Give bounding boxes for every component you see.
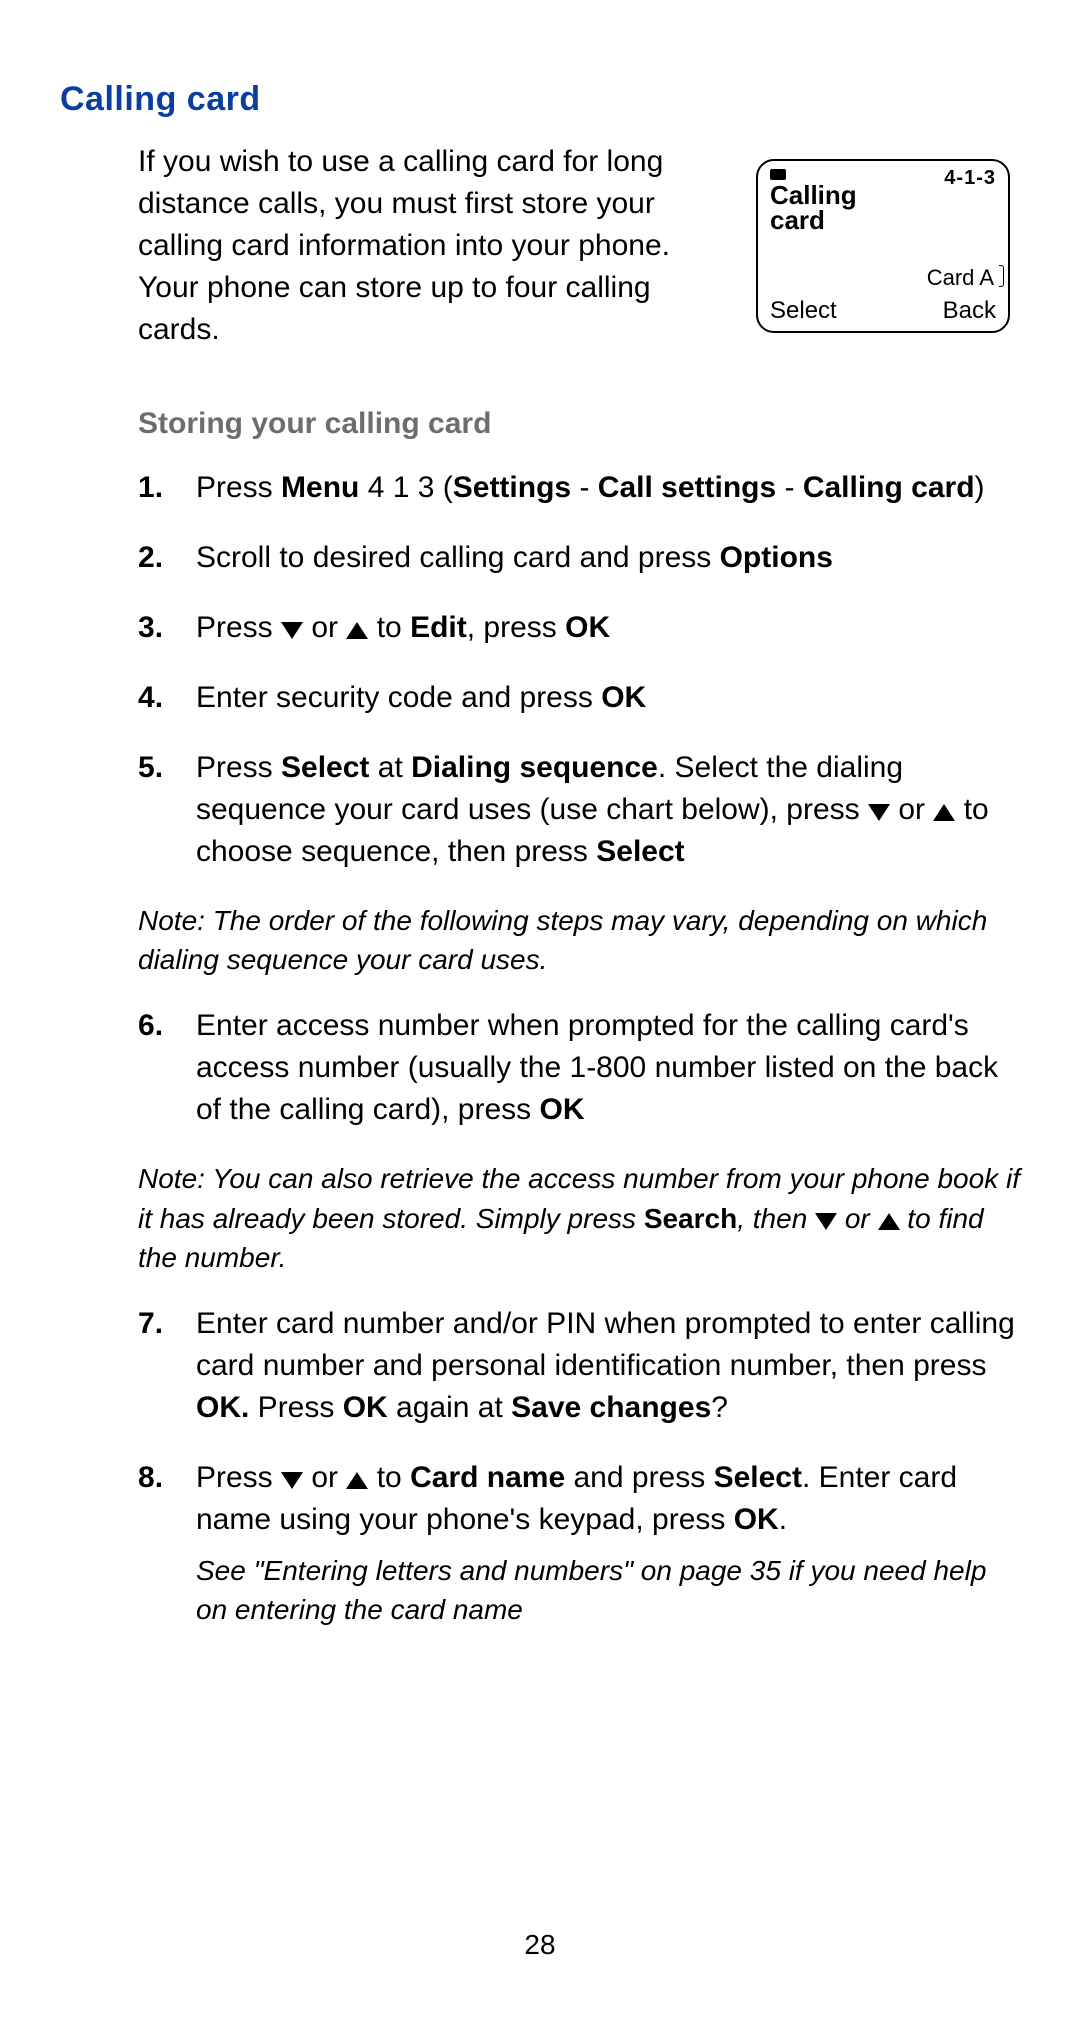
phone-menu-code: 4-1-3 (944, 167, 996, 190)
down-arrow-icon (815, 1213, 837, 1230)
intro-paragraph: If you wish to use a calling card for lo… (138, 141, 728, 351)
text: ) (975, 471, 985, 504)
down-arrow-icon (281, 622, 303, 639)
steps-list-cont2: Enter card number and/or PIN when prompt… (138, 1303, 1020, 1629)
text: , then (737, 1203, 815, 1234)
step-4: Enter security code and press OK (138, 677, 1020, 719)
text: - (571, 471, 598, 504)
text: or (890, 793, 933, 826)
text: 4 1 3 ( (359, 471, 452, 504)
select-label: Select (596, 835, 684, 868)
phone-title-line2: card (770, 205, 825, 235)
text: . (779, 1503, 787, 1536)
save-changes-label: Save changes (511, 1391, 711, 1424)
select-label: Select (714, 1461, 802, 1494)
select-label: Select (281, 751, 369, 784)
path-settings: Settings (453, 471, 571, 504)
phone-screen-title: Calling card (770, 183, 857, 232)
up-arrow-icon (933, 804, 955, 821)
note-1: Note: The order of the following steps m… (138, 901, 1020, 979)
see-reference-note: See "Entering letters and numbers" on pa… (196, 1551, 1020, 1629)
phone-left-softkey: Select (770, 297, 837, 325)
sub-heading: Storing your calling card (138, 407, 1020, 441)
menu-label: Menu (281, 471, 359, 504)
ok-label: OK. (196, 1391, 249, 1424)
steps-list: Press Menu 4 1 3 (Settings - Call settin… (138, 467, 1020, 873)
text: - (776, 471, 803, 504)
manual-page: Calling card If you wish to use a callin… (0, 0, 1080, 2039)
step-3: Press or to Edit, press OK (138, 607, 1020, 649)
text: Scroll to desired calling card and press (196, 541, 720, 574)
text: Press (196, 611, 281, 644)
card-name-label: Card name (410, 1461, 565, 1494)
phone-screen-figure: 4-1-3 Calling card Card A Select Back (756, 159, 1010, 333)
ok-label: OK (343, 1391, 388, 1424)
text: to (368, 1461, 410, 1494)
edit-label: Edit (410, 611, 467, 644)
step-6: Enter access number when prompted for th… (138, 1005, 1020, 1131)
text: Press (249, 1391, 342, 1424)
options-label: Options (720, 541, 833, 574)
ok-label: OK (734, 1503, 779, 1536)
step-5: Press Select at Dialing sequence. Select… (138, 747, 1020, 873)
text: to (368, 611, 410, 644)
phone-selected-card: Card A (927, 265, 994, 291)
text: , press (467, 611, 565, 644)
intro-row: If you wish to use a calling card for lo… (60, 141, 1020, 351)
path-call-settings: Call settings (598, 471, 776, 504)
step-2: Scroll to desired calling card and press… (138, 537, 1020, 579)
page-number: 28 (0, 1929, 1080, 1961)
down-arrow-icon (868, 804, 890, 821)
ok-label: OK (565, 611, 610, 644)
step-1: Press Menu 4 1 3 (Settings - Call settin… (138, 467, 1020, 509)
step-8: Press or to Card name and press Select. … (138, 1457, 1020, 1629)
text: or (303, 611, 346, 644)
phone-right-softkey: Back (943, 297, 996, 325)
text: Enter card number and/or PIN when prompt… (196, 1307, 1015, 1382)
section-title: Calling card (60, 80, 1020, 119)
text: or (303, 1461, 346, 1494)
text: Enter security code and press (196, 681, 601, 714)
down-arrow-icon (281, 1472, 303, 1489)
scroll-indicator-icon (999, 265, 1004, 287)
text: or (837, 1203, 877, 1234)
text: ? (711, 1391, 728, 1424)
text: Press (196, 471, 281, 504)
dialing-sequence-label: Dialing sequence (411, 751, 658, 784)
note-2: Note: You can also retrieve the access n… (138, 1159, 1020, 1277)
up-arrow-icon (878, 1213, 900, 1230)
search-label: Search (644, 1203, 737, 1234)
up-arrow-icon (346, 1472, 368, 1489)
ok-label: OK (540, 1093, 585, 1126)
text: and press (565, 1461, 713, 1494)
ok-label: OK (601, 681, 646, 714)
battery-icon (770, 169, 786, 180)
text: again at (388, 1391, 511, 1424)
step-7: Enter card number and/or PIN when prompt… (138, 1303, 1020, 1429)
text: Press (196, 1461, 281, 1494)
up-arrow-icon (346, 622, 368, 639)
text: Press (196, 751, 281, 784)
steps-list-cont: Enter access number when prompted for th… (138, 1005, 1020, 1131)
text: Enter access number when prompted for th… (196, 1009, 998, 1126)
path-calling-card: Calling card (803, 471, 975, 504)
text: at (369, 751, 411, 784)
